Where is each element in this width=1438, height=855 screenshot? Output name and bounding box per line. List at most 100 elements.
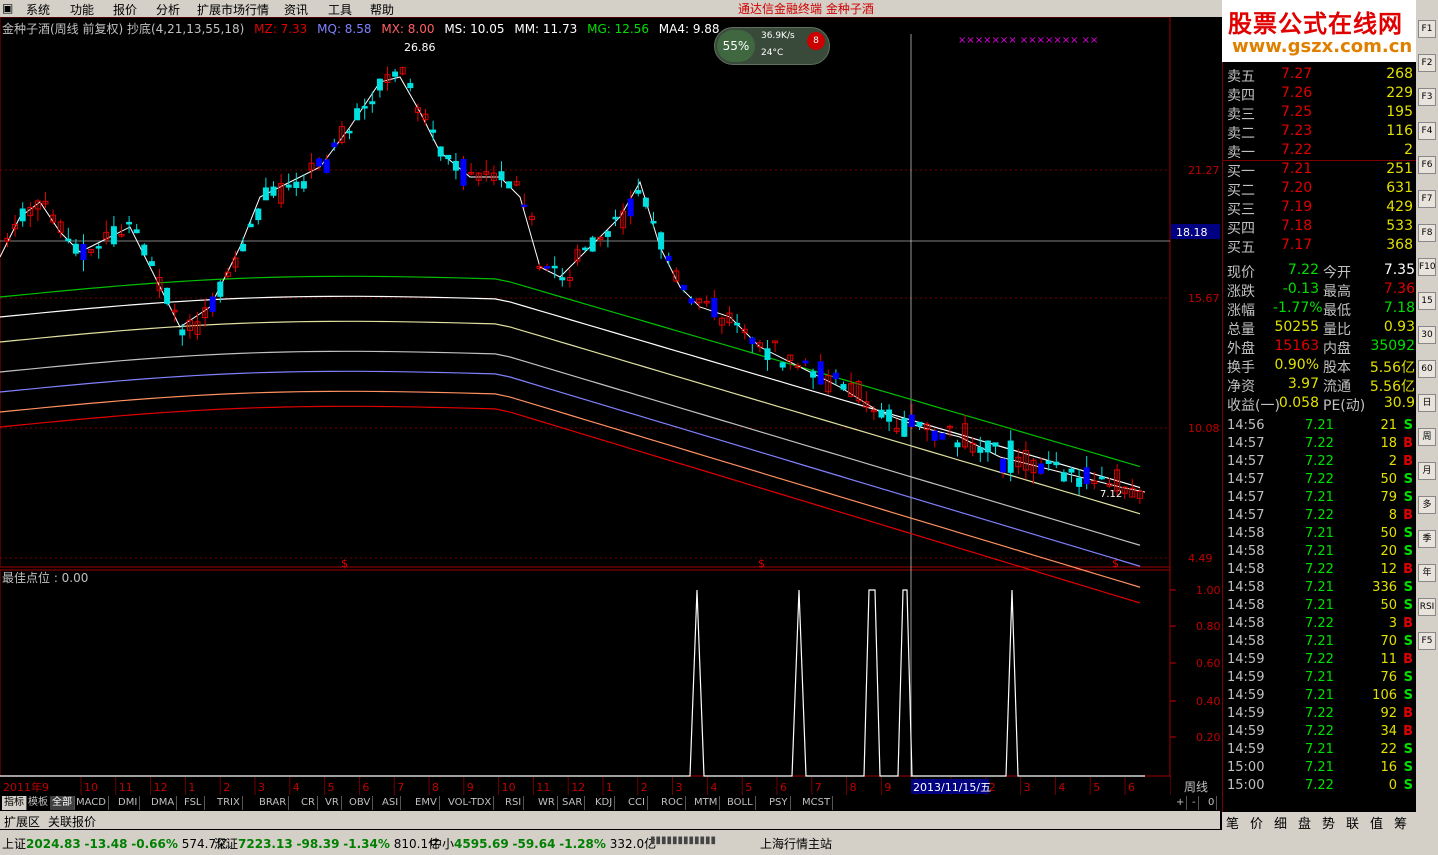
toolbar-button[interactable]: 周	[1418, 428, 1436, 446]
indicator-tab[interactable]: PSY	[767, 796, 791, 810]
tick-price: 7.22	[1305, 472, 1334, 487]
order-book-row[interactable]: 买四 7.18 533	[1225, 218, 1415, 237]
toolbar-button[interactable]: F5	[1418, 632, 1436, 650]
indicator-tab[interactable]: ASI	[380, 796, 402, 810]
toolbar-button[interactable]: 30	[1418, 326, 1436, 344]
toolbar-button[interactable]: 年	[1418, 564, 1436, 582]
x-axis-label: 11	[536, 781, 550, 794]
indicator-tab[interactable]: CR	[299, 796, 318, 810]
notification-badge[interactable]: 8	[807, 32, 825, 50]
tick-direction: S	[1403, 760, 1413, 775]
order-book-row[interactable]: 卖三 7.25 195	[1225, 104, 1415, 123]
menu-extended-market[interactable]: 扩展市场行情	[197, 1, 269, 18]
order-price: 7.18	[1281, 218, 1313, 234]
toolbar-button[interactable]: F2	[1418, 54, 1436, 72]
zoom-button[interactable]: -	[1190, 796, 1199, 810]
toolbar-button[interactable]: F6	[1418, 156, 1436, 174]
order-book-row[interactable]: 买三 7.19 429	[1225, 199, 1415, 218]
candle-body	[589, 237, 596, 252]
order-book-row[interactable]: 卖四 7.26 229	[1225, 85, 1415, 104]
toolbar-button[interactable]: F1	[1418, 20, 1436, 38]
indicator-tab[interactable]: KDJ	[593, 796, 616, 810]
order-book-row[interactable]: 买二 7.20 631	[1225, 180, 1415, 199]
menu-quote[interactable]: 报价	[113, 1, 137, 18]
indicator-tab[interactable]: MTM	[692, 796, 721, 810]
indicator-tab[interactable]: MACD	[74, 796, 109, 810]
tick-row: 14:58 7.21 70 S	[1225, 634, 1415, 652]
indicator-tab[interactable]: RSI	[503, 796, 525, 810]
tick-price: 7.22	[1305, 724, 1334, 739]
menu-help[interactable]: 帮助	[370, 1, 394, 18]
toolbar-button[interactable]: 月	[1418, 462, 1436, 480]
band-blue	[0, 370, 1141, 567]
menu-tools[interactable]: 工具	[328, 1, 352, 18]
indicator-tab[interactable]: MCST	[800, 796, 834, 810]
toolbar-button[interactable]: 15	[1418, 292, 1436, 310]
indicator-tab[interactable]: DMI	[116, 796, 141, 810]
toolbar-button[interactable]: 季	[1418, 530, 1436, 548]
tick-direction: S	[1403, 634, 1413, 649]
toolbar-button[interactable]: F4	[1418, 122, 1436, 140]
server-station[interactable]: 上海行情主站	[760, 835, 832, 852]
chart-title: 金种子酒(周线 前复权) 抄底(4,21,13,55,18)	[2, 22, 245, 36]
order-level-label: 买四	[1227, 221, 1255, 237]
indicator-tab[interactable]: EMV	[413, 796, 440, 810]
extension-area-tab[interactable]: 扩展区	[4, 813, 40, 830]
related-quote-tab[interactable]: 关联报价	[48, 813, 96, 830]
toolbar-button[interactable]: F10	[1418, 258, 1436, 276]
toolbar-button[interactable]: 日	[1418, 394, 1436, 412]
indicator-tab[interactable]: 模板	[26, 796, 51, 810]
menu-function[interactable]: 功能	[70, 1, 94, 18]
order-book-row[interactable]: 卖一 7.22 2	[1225, 142, 1415, 161]
indicator-tab[interactable]: CCI	[626, 796, 648, 810]
menu-system[interactable]: 系统	[26, 1, 50, 18]
indicator-tab[interactable]: BOLL	[725, 796, 756, 810]
indicator-tab[interactable]: OBV	[347, 796, 374, 810]
indicator-tab[interactable]: FSL	[182, 796, 205, 810]
kline-chart[interactable]: 21.27 15.67 10.08 4.49 18.18 ××××××× ××××××× …	[0, 17, 1220, 795]
cursor-date-label: 2013/11/15/五	[913, 781, 991, 794]
zoom-button[interactable]: 0	[1206, 796, 1218, 810]
sme-index[interactable]: 中小4595.69 -59.64 -1.28% 332.0亿	[430, 835, 656, 852]
indicator-tab[interactable]: BRAR	[257, 796, 290, 810]
order-book-row[interactable]: 卖二 7.23 116	[1225, 123, 1415, 142]
indicator-tab[interactable]: TRIX	[215, 796, 243, 810]
candle-body	[1000, 458, 1007, 473]
indicator-tab[interactable]: 全部	[50, 796, 75, 810]
indicator-tab[interactable]: 指标	[2, 796, 27, 810]
stat-row: 外盘 15163 内盘 35092	[1225, 338, 1415, 357]
menu-analysis[interactable]: 分析	[156, 1, 180, 18]
sh-index[interactable]: 上证2024.83 -13.48 -0.66% 574.7亿	[2, 835, 228, 852]
toolbar-button[interactable]: RSI	[1418, 598, 1436, 616]
menu-news[interactable]: 资讯	[284, 1, 308, 18]
tick-row: 14:58 7.21 336 S	[1225, 580, 1415, 598]
tick-direction: B	[1403, 616, 1413, 631]
toolbar-button[interactable]: 60	[1418, 360, 1436, 378]
indicator-tab[interactable]: SAR	[560, 796, 586, 810]
toolbar-button[interactable]: F8	[1418, 224, 1436, 242]
order-book-row[interactable]: 买五 7.17 368	[1225, 237, 1415, 256]
x-axis-label: 3	[258, 781, 265, 794]
candle-body	[688, 298, 695, 304]
tick-volume: 50	[1380, 598, 1397, 613]
sz-index[interactable]: 深证7223.13 -98.39 -1.34% 810.1亿	[214, 835, 440, 852]
toolbar-button[interactable]: 多	[1418, 496, 1436, 514]
toolbar-button[interactable]: F7	[1418, 190, 1436, 208]
order-book-row[interactable]: 卖五 7.27 268	[1225, 66, 1415, 85]
app-icon[interactable]: ▣	[2, 1, 13, 15]
network-widget[interactable]: 55% 36.9K/s 24°C 8	[714, 27, 830, 65]
zoom-button[interactable]: +	[1174, 796, 1188, 810]
toolbar-button[interactable]: F3	[1418, 88, 1436, 106]
tick-direction: B	[1403, 436, 1413, 451]
tick-row: 14:59 7.22 11 B	[1225, 652, 1415, 670]
indicator-tab[interactable]: VR	[323, 796, 342, 810]
candle-body	[908, 414, 915, 427]
candle-body	[802, 360, 809, 364]
indicator-tab[interactable]: WR	[536, 796, 558, 810]
indicator-tab[interactable]: ROC	[659, 796, 686, 810]
candle-body	[544, 266, 551, 269]
indicator-tab[interactable]: VOL-TDX	[446, 796, 495, 810]
tick-row: 14:59 7.21 106 S	[1225, 688, 1415, 706]
order-book-row[interactable]: 买一 7.21 251	[1225, 161, 1415, 180]
indicator-tab[interactable]: DMA	[149, 796, 178, 810]
